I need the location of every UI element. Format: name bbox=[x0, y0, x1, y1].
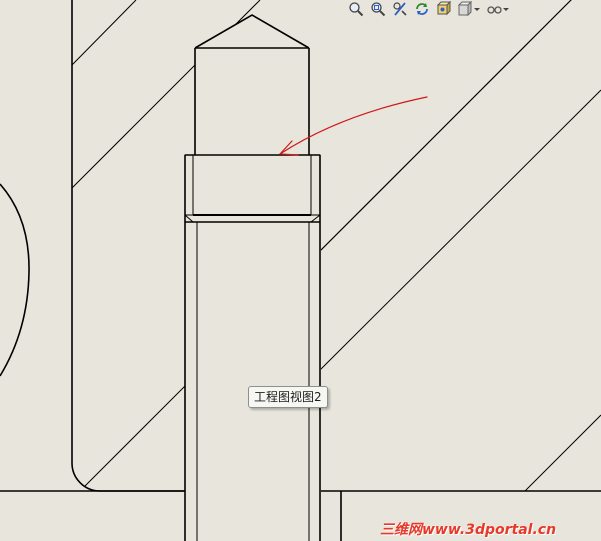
drawing-view-tooltip: 工程图视图2 bbox=[248, 386, 328, 408]
display-style-button[interactable] bbox=[456, 0, 482, 18]
display-style-icon bbox=[457, 1, 480, 17]
zoom-to-fit-icon bbox=[348, 2, 363, 17]
rotate-view-button[interactable] bbox=[412, 0, 431, 18]
view-orientation-button[interactable] bbox=[434, 0, 453, 18]
drawing-canvas[interactable] bbox=[0, 0, 601, 541]
rotate-view-icon bbox=[415, 3, 428, 15]
zoom-to-fit-button[interactable] bbox=[346, 0, 365, 18]
zoom-in-out-button[interactable] bbox=[390, 0, 409, 18]
view-toolbar bbox=[346, 0, 511, 18]
zoom-to-area-button[interactable] bbox=[368, 0, 387, 18]
view-orientation-icon bbox=[436, 1, 451, 16]
hide-show-items-button[interactable] bbox=[485, 0, 511, 18]
zoom-in-out-icon bbox=[392, 2, 407, 16]
zoom-to-area-icon bbox=[370, 2, 385, 17]
section-hatching bbox=[72, 0, 601, 491]
watermark-text: 三维网www.3dportal.cn bbox=[380, 522, 557, 538]
hide-show-items-icon bbox=[487, 6, 509, 14]
